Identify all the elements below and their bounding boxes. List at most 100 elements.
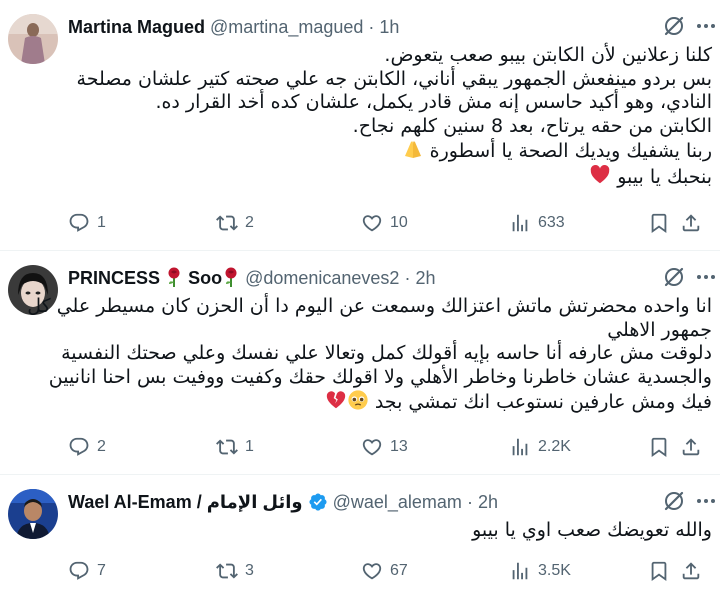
author-handle[interactable]: @domenicaneves2 (245, 268, 399, 288)
like-button[interactable]: 13 (361, 434, 408, 460)
views-button[interactable]: 3.5K (509, 558, 571, 584)
repost-count: 2 (245, 214, 254, 231)
separator-dot: · (466, 492, 473, 512)
views-icon (509, 560, 531, 582)
text-line: والله تعويضك صعب اوي يا بيبو (472, 519, 712, 541)
reply-button[interactable]: 2 (68, 434, 106, 460)
tweet[interactable]: Martina Magued @martina_magued · 1h كلنا… (0, 0, 720, 251)
text-line: والجسدية عشان خاطرنا وخاطر الأهلي ولا اق… (48, 365, 712, 388)
repost-count: 3 (245, 562, 254, 579)
share-button[interactable] (680, 434, 702, 460)
red-heart-emoji-icon (590, 164, 610, 183)
verified-badge-icon (309, 493, 327, 511)
pleading-face-emoji-icon (348, 390, 368, 410)
author-handle[interactable]: @wael_alemam (333, 492, 462, 512)
like-count: 67 (390, 562, 408, 579)
more-icon[interactable] (694, 489, 718, 513)
share-button[interactable] (680, 558, 702, 584)
like-button[interactable]: 10 (361, 210, 408, 236)
like-count: 13 (390, 438, 408, 455)
share-icon (680, 560, 702, 582)
author-name-text: PRINCESS (68, 268, 161, 288)
bookmark-icon (648, 560, 670, 582)
reply-count: 7 (97, 562, 106, 579)
author-handle[interactable]: @martina_magued (210, 17, 363, 37)
text-line: فيك ومش عارفين نستوعب انك تمشي بجد (374, 391, 712, 413)
tweet-actions: 2 1 13 2.2K (68, 434, 708, 460)
tweet-header: PRINCESS Soo @domenicaneves2 · 2h (68, 265, 436, 291)
like-button[interactable]: 67 (361, 558, 408, 584)
views-button[interactable]: 633 (509, 210, 565, 236)
tweet-text: كلنا زعلانين لأن الكابتن بيبو صعب يتعوض.… (68, 44, 712, 189)
reply-count: 2 (97, 438, 106, 455)
repost-icon (216, 560, 238, 582)
tweet-text: والله تعويضك صعب اوي يا بيبو (68, 519, 712, 543)
repost-icon (216, 212, 238, 234)
share-icon (680, 436, 702, 458)
timestamp[interactable]: 2h (415, 268, 435, 288)
views-button[interactable]: 2.2K (509, 434, 571, 460)
tweet-text: انا واحده محضرتش ماتش اعتزالك وسمعت عن ا… (27, 295, 712, 415)
text-line: انا واحده محضرتش ماتش اعتزالك وسمعت عن ا… (27, 295, 712, 317)
like-icon (361, 212, 383, 234)
author-name[interactable]: Wael Al-Emam / وائل الإمام (68, 492, 303, 512)
like-icon (361, 436, 383, 458)
rose-emoji-icon (168, 267, 180, 287)
reply-icon (68, 436, 90, 458)
tweet-actions: 7 3 67 3.5K (68, 558, 708, 584)
share-button[interactable] (680, 210, 702, 236)
views-icon (509, 212, 531, 234)
grok-icon[interactable] (662, 14, 686, 38)
text-line: ربنا يشفيك ويديك الصحة يا أسطورة (429, 140, 712, 162)
bookmark-button[interactable] (648, 210, 670, 236)
repost-button[interactable]: 2 (216, 210, 254, 236)
repost-icon (216, 436, 238, 458)
like-icon (361, 560, 383, 582)
reply-icon (68, 212, 90, 234)
grok-icon[interactable] (662, 489, 686, 513)
repost-count: 1 (245, 438, 254, 455)
text-line: جمهور الاهلي (607, 318, 712, 341)
bookmark-icon (648, 212, 670, 234)
text-line: الكابتن من حقه يرتاح، بعد 8 سنين كلهم نج… (352, 114, 712, 137)
repost-button[interactable]: 3 (216, 558, 254, 584)
author-name-suffix: Soo (188, 268, 223, 288)
more-icon[interactable] (694, 14, 718, 38)
timestamp[interactable]: 1h (379, 17, 399, 37)
text-line: النادي، وهو أكيد حاسس إنه مش قادر يكمل، … (155, 91, 712, 113)
separator-dot: · (368, 17, 375, 37)
reply-button[interactable]: 7 (68, 558, 106, 584)
text-line: كلنا زعلانين لأن الكابتن بيبو صعب يتعوض. (384, 44, 712, 66)
reply-button[interactable]: 1 (68, 210, 106, 236)
tweet-actions: 1 2 10 633 (68, 210, 708, 236)
broken-heart-emoji-icon (326, 391, 345, 409)
timestamp[interactable]: 2h (478, 492, 498, 512)
views-count: 633 (538, 214, 565, 231)
author-name[interactable]: Martina Magued (68, 17, 205, 37)
share-icon (680, 212, 702, 234)
tweet[interactable]: Wael Al-Emam / وائل الإمام @wael_alemam … (0, 475, 720, 608)
text-line: دلوقت مش عارفه أنا حاسه بإيه أقولك كمل و… (61, 342, 712, 364)
separator-dot: · (404, 268, 411, 288)
views-icon (509, 436, 531, 458)
bookmark-button[interactable] (648, 434, 670, 460)
tweet-header: Martina Magued @martina_magued · 1h (68, 14, 399, 40)
tweet-header: Wael Al-Emam / وائل الإمام @wael_alemam … (68, 489, 498, 515)
repost-button[interactable]: 1 (216, 434, 254, 460)
author-name[interactable]: PRINCESS Soo (68, 267, 240, 288)
views-count: 2.2K (538, 438, 571, 455)
reply-icon (68, 560, 90, 582)
text-line: بنحبك يا بيبو (617, 165, 712, 188)
grok-icon[interactable] (662, 265, 686, 289)
tweet[interactable]: PRINCESS Soo @domenicaneves2 · 2h انا وا… (0, 251, 720, 475)
avatar[interactable] (8, 14, 58, 64)
bookmark-button[interactable] (648, 558, 670, 584)
more-icon[interactable] (694, 265, 718, 289)
clasped-hands-emoji-icon (404, 141, 421, 158)
text-line: بس بردو مينفعش الجمهور يبقي أناني، الكاب… (76, 67, 712, 90)
bookmark-icon (648, 436, 670, 458)
rose-emoji-icon (225, 267, 237, 287)
like-count: 10 (390, 214, 408, 231)
avatar[interactable] (8, 489, 58, 539)
views-count: 3.5K (538, 562, 571, 579)
